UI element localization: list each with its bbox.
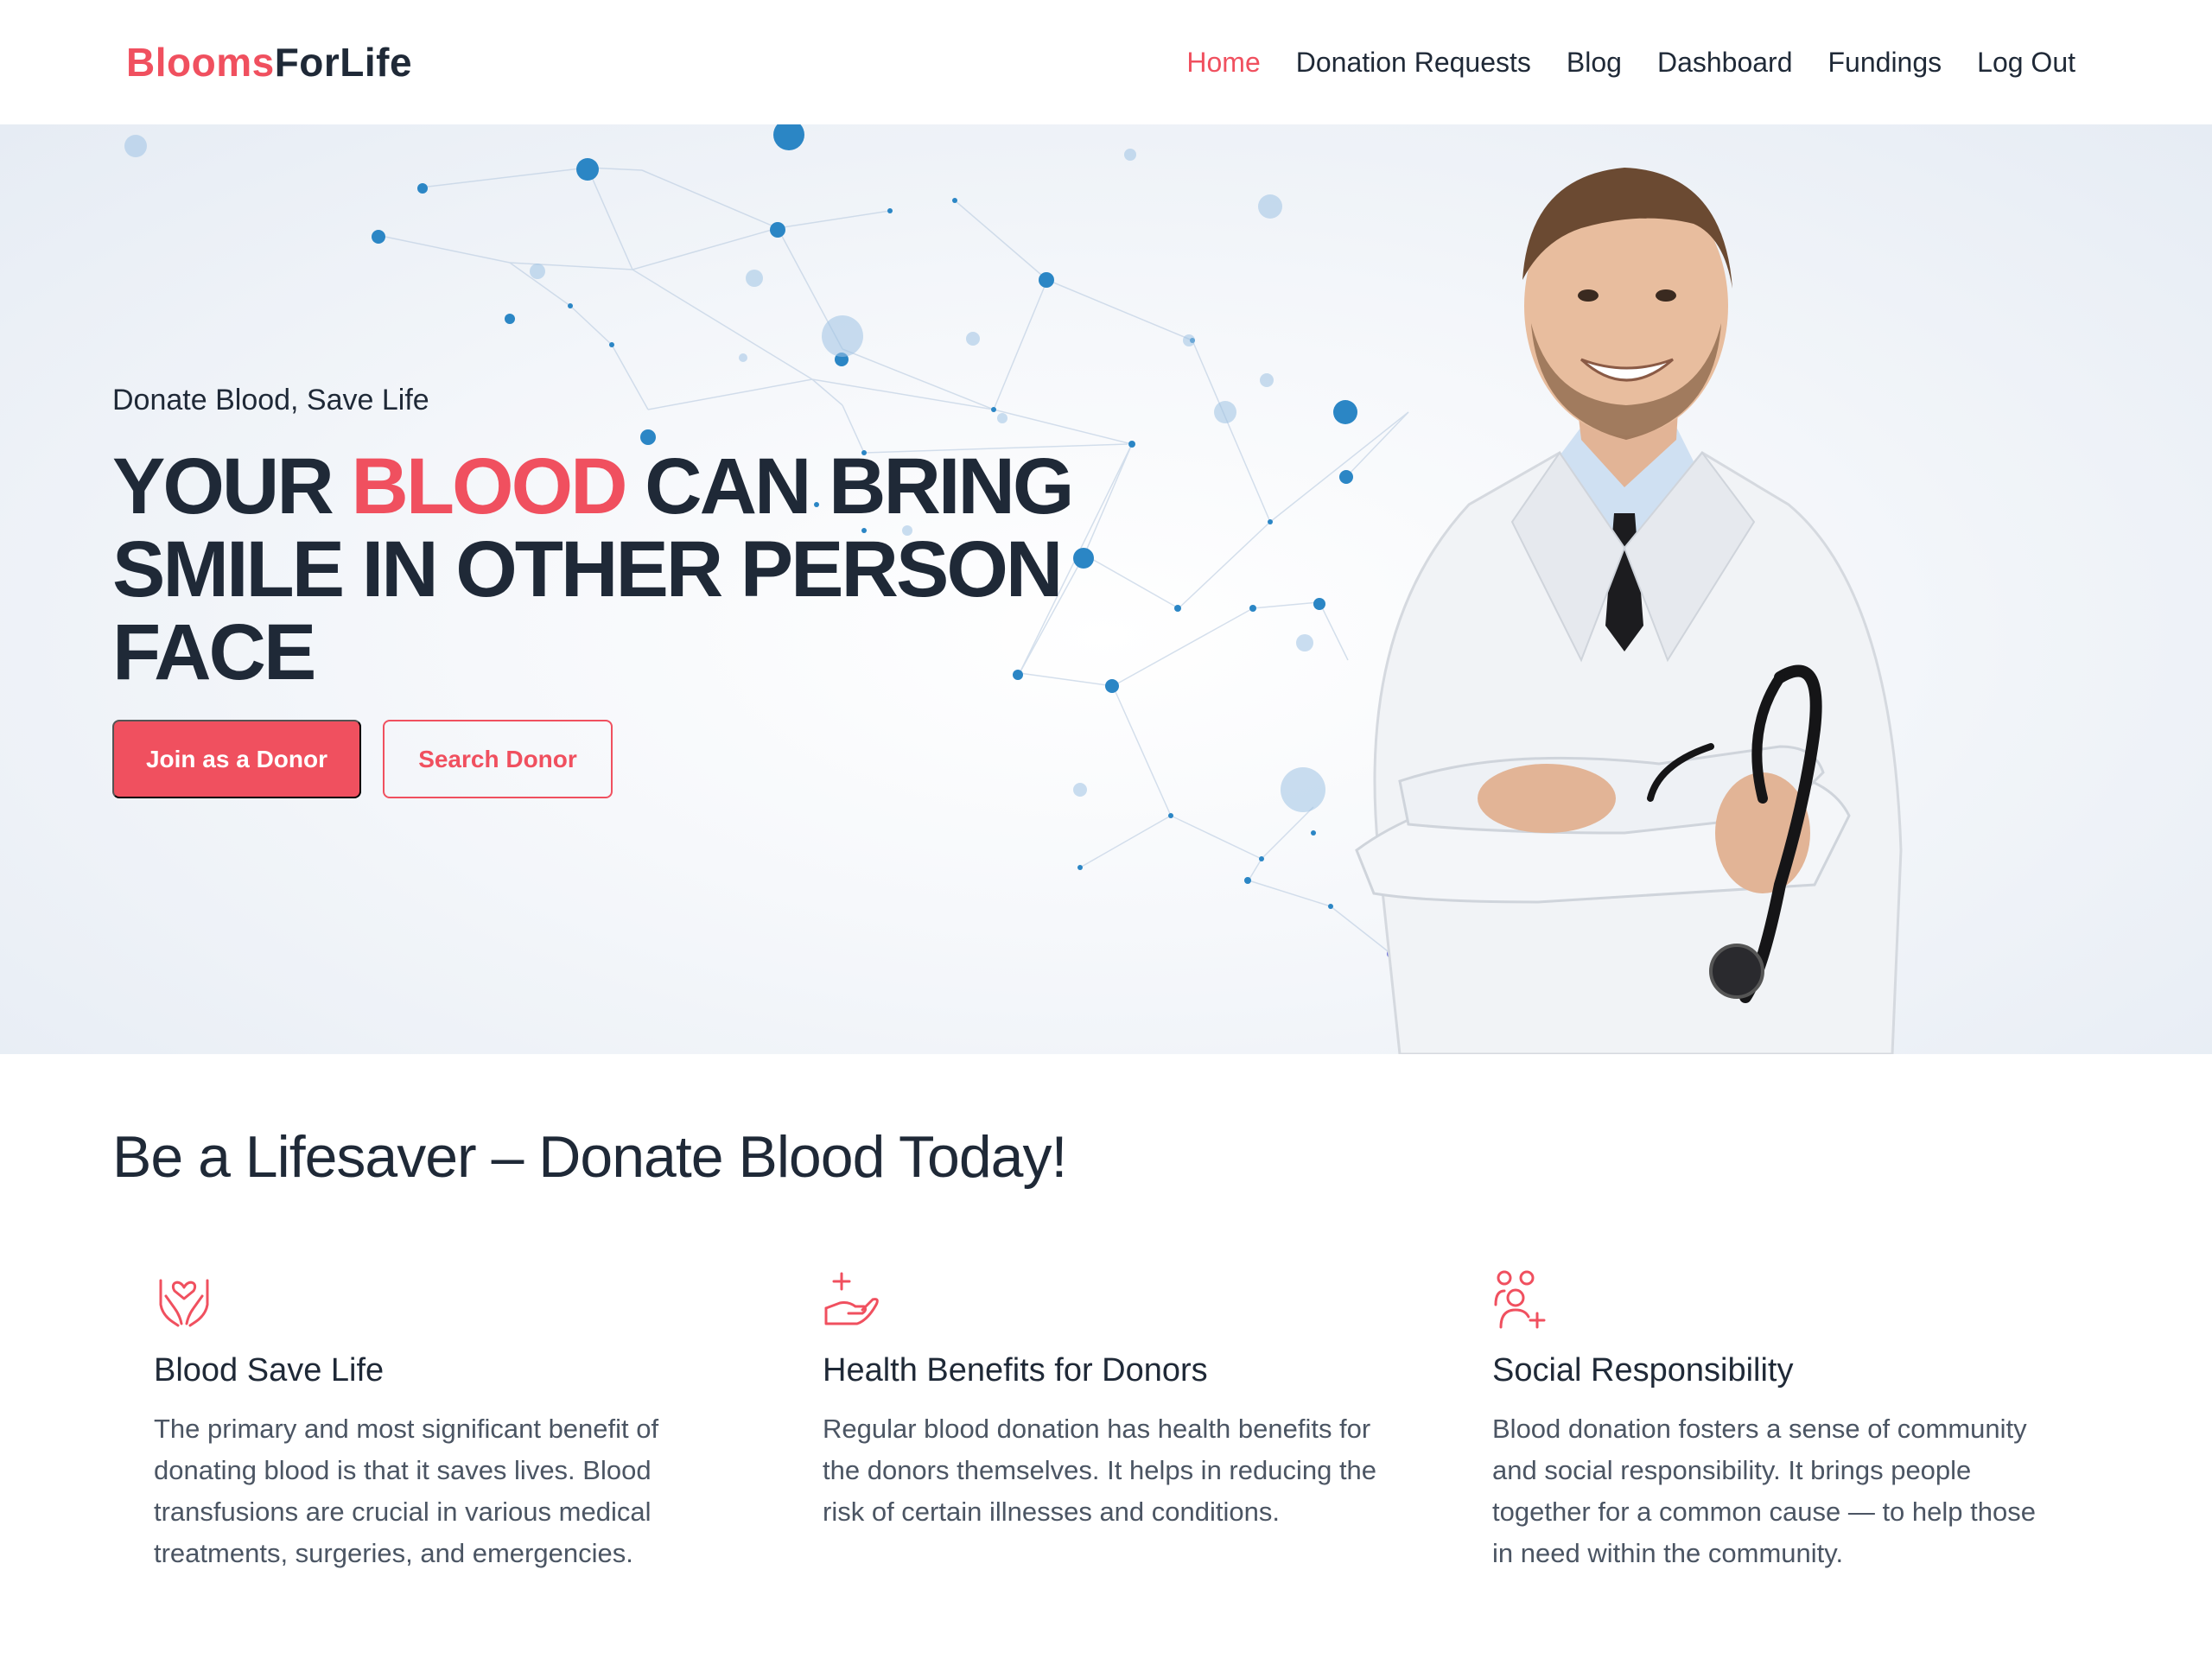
nav-dashboard[interactable]: Dashboard [1657, 47, 1793, 79]
nav-home[interactable]: Home [1186, 47, 1260, 79]
hero-title-accent: BLOOD [351, 442, 627, 531]
hero-title: YOUR BLOOD CAN BRING SMILE IN OTHER PERS… [112, 445, 1149, 694]
feature-card-social-responsibility: Social Responsibility Blood donation fos… [1492, 1270, 2063, 1574]
hero-text-block: Donate Blood, Save Life YOUR BLOOD CAN B… [112, 384, 1149, 798]
section-title: Be a Lifesaver – Donate Blood Today! [112, 1124, 1067, 1190]
hand-plus-icon [824, 1272, 879, 1325]
hero-section: Donate Blood, Save Life YOUR BLOOD CAN B… [0, 124, 2212, 1054]
hero-title-part1: YOUR [112, 442, 352, 531]
brand-logo[interactable]: BloomsForLife [126, 39, 412, 86]
feature-title: Social Responsibility [1492, 1352, 1794, 1389]
nav-blog[interactable]: Blog [1567, 47, 1622, 79]
feature-text: Blood donation fosters a sense of commun… [1492, 1414, 2036, 1568]
nav-donation-requests[interactable]: Donation Requests [1296, 47, 1531, 79]
join-as-donor-button[interactable]: Join as a Donor [112, 720, 361, 798]
feature-title: Blood Save Life [154, 1352, 385, 1389]
heart-hands-icon [159, 1279, 209, 1327]
feature-card-health-benefits: Health Benefits for Donors Regular blood… [823, 1270, 1393, 1533]
navbar: BloomsForLife Home Donation Requests Blo… [0, 0, 2212, 124]
brand-logo-part1: Blooms [126, 40, 275, 85]
search-donor-button[interactable]: Search Donor [383, 720, 613, 798]
feature-card-blood-save-life: Blood Save Life The primary and most sig… [154, 1270, 724, 1574]
hero-eyebrow: Donate Blood, Save Life [112, 384, 429, 416]
doctor-photo [1355, 168, 1903, 1054]
people-plus-icon [1494, 1270, 1546, 1329]
feature-title: Health Benefits for Donors [823, 1352, 1208, 1389]
main-nav: Home Donation Requests Blog Dashboard Fu… [1151, 47, 2075, 79]
hero-buttons: Join as a Donor Search Donor [112, 720, 1149, 798]
feature-text: Regular blood donation has health benefi… [823, 1414, 1377, 1527]
nav-log-out[interactable]: Log Out [1977, 47, 2075, 79]
nav-fundings[interactable]: Fundings [1828, 47, 1942, 79]
feature-text: The primary and most significant benefit… [154, 1414, 659, 1568]
brand-logo-part2: ForLife [274, 40, 413, 85]
features-section: Be a Lifesaver – Donate Blood Today! Blo… [0, 1054, 2212, 1665]
